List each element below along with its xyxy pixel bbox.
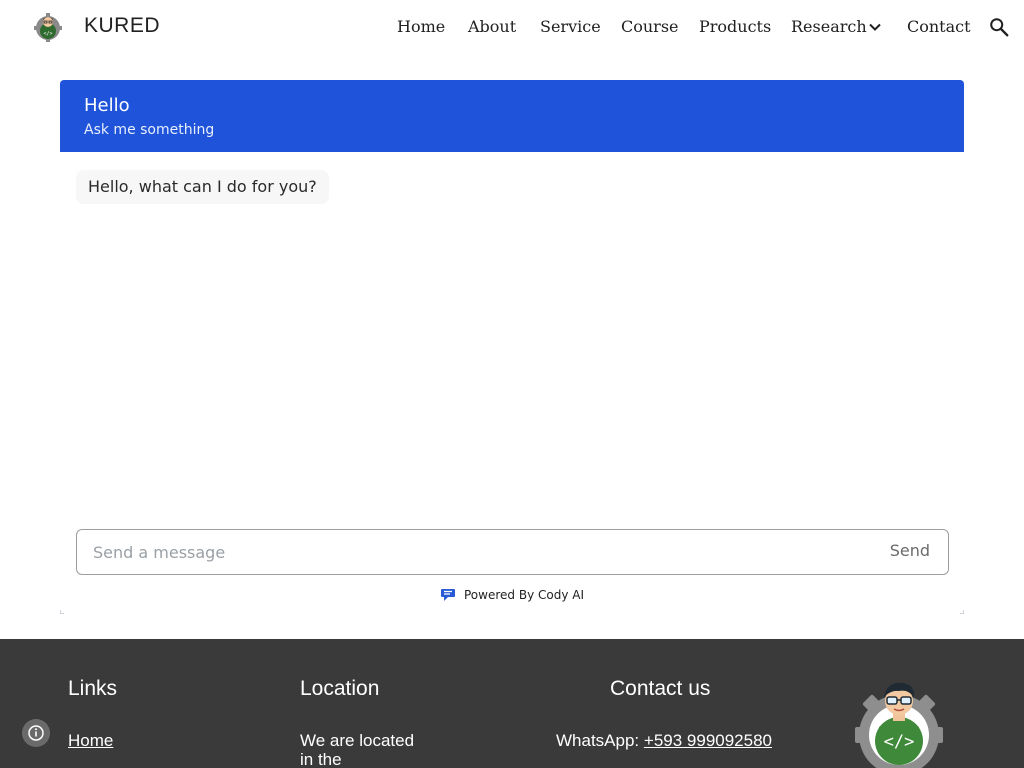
divider (60, 610, 64, 614)
nav-service[interactable]: Service (540, 17, 601, 36)
mascot-logo: </> (855, 682, 943, 768)
footer-location-heading: Location (300, 677, 380, 700)
powered-by-link[interactable]: Powered By Cody AI (440, 586, 584, 604)
footer-link-home-label: Home (68, 731, 114, 750)
nav-about[interactable]: About (468, 17, 516, 36)
footer-link-home[interactable]: Home (68, 731, 113, 750)
search-icon[interactable] (988, 16, 1010, 38)
site-footer: Links Location Contact us Home We are lo… (0, 639, 1024, 768)
svg-text:</>: </> (43, 31, 52, 37)
info-icon[interactable] (22, 719, 50, 747)
footer-whatsapp: WhatsApp: +593 999092580 (556, 731, 772, 750)
chevron-down-icon (869, 23, 881, 31)
nav-home[interactable]: Home (397, 17, 445, 36)
chat-header: Hello Ask me something (60, 80, 964, 152)
message-input[interactable] (93, 540, 853, 564)
chat-widget: Hello Ask me something Hello, what can I… (60, 80, 964, 615)
chat-title: Hello (84, 95, 130, 116)
site-header: </> KURED Home About Service Course Prod… (0, 0, 1024, 56)
nav-products[interactable]: Products (699, 17, 771, 36)
site-logo[interactable]: </> (32, 11, 64, 43)
powered-by-text: Powered By Cody AI (464, 588, 584, 602)
footer-location-text: We are located in the (300, 731, 415, 768)
nav-contact[interactable]: Contact (907, 17, 971, 36)
whatsapp-number-link[interactable]: +593 999092580 (644, 731, 772, 750)
divider (960, 610, 964, 614)
message-composer: Send (76, 529, 949, 575)
bot-message: Hello, what can I do for you? (76, 170, 329, 204)
nav-research[interactable]: Research (791, 17, 883, 39)
chat-bubble-icon (441, 589, 455, 601)
chat-subtitle: Ask me something (84, 122, 215, 138)
svg-text:</>: </> (884, 732, 915, 752)
nav-research-label: Research (791, 17, 867, 36)
whatsapp-label: WhatsApp: (556, 731, 640, 750)
send-button[interactable]: Send (890, 541, 930, 560)
footer-links-heading: Links (68, 677, 118, 700)
site-title[interactable]: KURED (84, 14, 160, 38)
footer-contact-heading: Contact us (610, 677, 711, 700)
nav-course[interactable]: Course (621, 17, 679, 36)
